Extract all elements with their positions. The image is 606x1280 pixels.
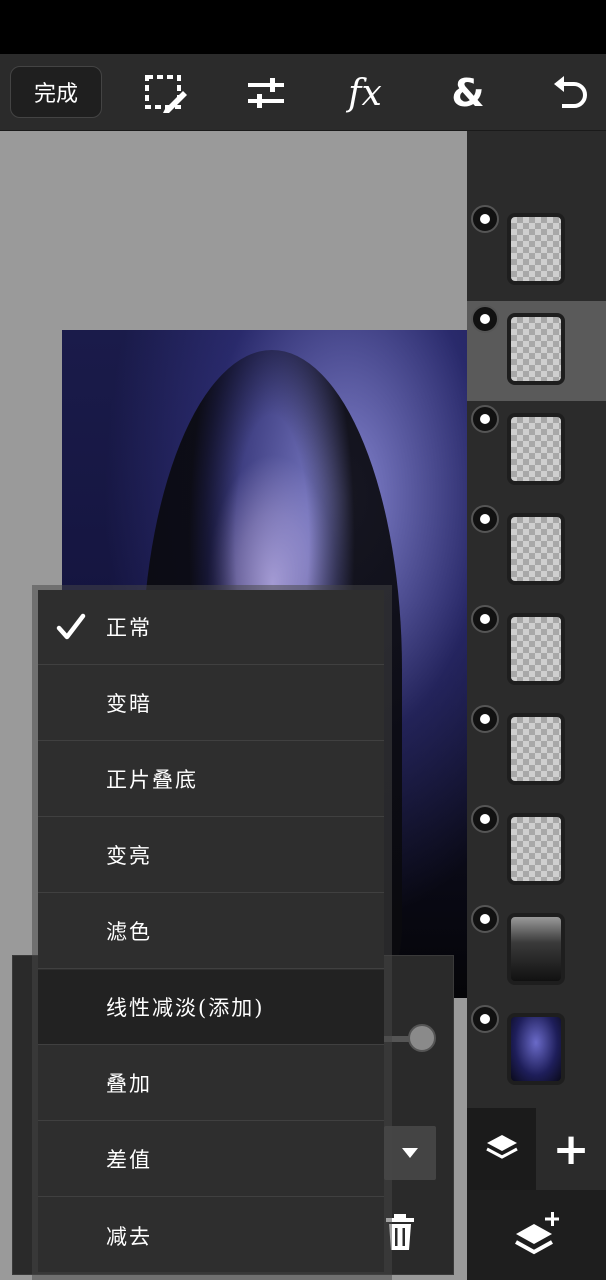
undo-icon bbox=[554, 76, 587, 108]
selection-edit-button[interactable] bbox=[141, 68, 191, 118]
layer-visibility-toggle[interactable] bbox=[471, 605, 499, 633]
layer-thumbnail-portrait bbox=[507, 913, 565, 985]
opacity-slider-knob[interactable] bbox=[408, 1024, 436, 1052]
layer-visibility-toggle[interactable] bbox=[471, 705, 499, 733]
blend-mode-option-multiply[interactable]: 正片叠底 bbox=[38, 742, 384, 817]
blend-mode-option-subtract[interactable]: 减去 bbox=[38, 1198, 384, 1273]
layer-item[interactable] bbox=[467, 901, 606, 1001]
add-button[interactable]: + bbox=[536, 1108, 606, 1190]
menu-item-label: 减去 bbox=[106, 1224, 152, 1249]
effects-fx-icon: fx bbox=[348, 72, 382, 114]
top-toolbar: 完成 fx & bbox=[0, 54, 606, 131]
layer-item[interactable] bbox=[467, 701, 606, 801]
blend-mode-option-overlay[interactable]: 叠加 bbox=[38, 1046, 384, 1121]
blend-mode-option-difference[interactable]: 差值 bbox=[38, 1122, 384, 1197]
layer-item[interactable] bbox=[467, 601, 606, 701]
layer-visibility-toggle[interactable] bbox=[471, 405, 499, 433]
selection-edit-icon bbox=[145, 75, 187, 113]
layer-item[interactable] bbox=[467, 201, 606, 301]
blend-mode-option-screen[interactable]: 滤色 bbox=[38, 894, 384, 969]
menu-item-label: 正常 bbox=[106, 616, 152, 640]
plus-icon: + bbox=[552, 1123, 590, 1175]
blend-mode-menu: 正常 变暗 正片叠底 变亮 滤色 线性减淡(添加) 叠加 差值 减去 bbox=[38, 590, 384, 1272]
add-layer-button[interactable] bbox=[467, 1190, 606, 1280]
layer-item[interactable] bbox=[467, 1001, 606, 1101]
layers-icon bbox=[485, 1135, 518, 1159]
caret-down-icon bbox=[402, 1148, 418, 1158]
layer-visibility-toggle[interactable] bbox=[471, 905, 499, 933]
blend-mode-option-linear-dodge[interactable]: 线性减淡(添加) bbox=[38, 970, 384, 1045]
add-layer-icon bbox=[514, 1212, 559, 1255]
layer-item[interactable] bbox=[467, 801, 606, 901]
menu-item-label: 差值 bbox=[106, 1148, 152, 1172]
effects-button[interactable]: fx bbox=[340, 68, 390, 118]
layers-panel bbox=[467, 131, 606, 1111]
layer-visibility-toggle[interactable] bbox=[471, 305, 499, 333]
undo-button[interactable] bbox=[545, 68, 595, 118]
done-button[interactable]: 完成 bbox=[10, 66, 102, 118]
layer-thumbnail bbox=[507, 413, 565, 485]
layer-thumbnail bbox=[507, 513, 565, 585]
layer-thumbnail-background bbox=[507, 1013, 565, 1085]
ampersand-icon: & bbox=[451, 71, 485, 115]
menu-item-label: 正片叠底 bbox=[106, 768, 198, 792]
status-bar bbox=[0, 0, 606, 54]
blend-mode-option-lighten[interactable]: 变亮 bbox=[38, 818, 384, 893]
layer-visibility-toggle[interactable] bbox=[471, 1005, 499, 1033]
layer-thumbnail bbox=[507, 713, 565, 785]
adjustments-button[interactable] bbox=[241, 68, 291, 118]
layer-item-selected[interactable] bbox=[467, 301, 606, 401]
menu-item-label: 变亮 bbox=[106, 844, 152, 868]
menu-item-label: 滤色 bbox=[106, 920, 152, 944]
menu-item-label: 叠加 bbox=[106, 1072, 152, 1096]
layers-panel-footer: + bbox=[467, 1108, 606, 1280]
layer-item[interactable] bbox=[467, 401, 606, 501]
layer-thumbnail bbox=[507, 613, 565, 685]
layer-thumbnail bbox=[507, 313, 565, 385]
layer-thumbnail bbox=[507, 213, 565, 285]
blend-mode-option-darken[interactable]: 变暗 bbox=[38, 666, 384, 741]
layer-visibility-toggle[interactable] bbox=[471, 805, 499, 833]
layer-item[interactable] bbox=[467, 501, 606, 601]
layers-toggle-button[interactable] bbox=[467, 1108, 536, 1190]
layer-visibility-toggle[interactable] bbox=[471, 205, 499, 233]
checkmark-icon bbox=[56, 613, 86, 640]
layer-thumbnail bbox=[507, 813, 565, 885]
adjust-sliders-icon bbox=[248, 78, 284, 108]
blend-mode-option-normal[interactable]: 正常 bbox=[38, 590, 384, 665]
blend-tool-button[interactable]: & bbox=[443, 68, 493, 118]
menu-item-label: 变暗 bbox=[106, 692, 152, 716]
layer-visibility-toggle[interactable] bbox=[471, 505, 499, 533]
menu-item-label: 线性减淡(添加) bbox=[106, 996, 265, 1020]
